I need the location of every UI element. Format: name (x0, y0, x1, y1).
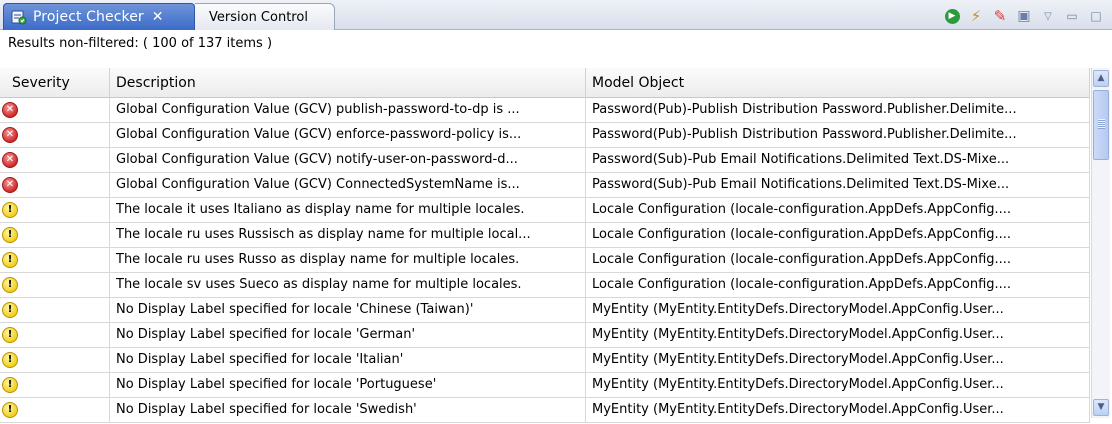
model-object-cell: MyEntity (MyEntity.EntityDefs.DirectoryM… (586, 373, 1090, 397)
severity-cell: ✕ (0, 148, 110, 172)
column-header-model-object[interactable]: Model Object (586, 68, 1090, 98)
minimize-icon[interactable]: ▭ (1062, 6, 1082, 26)
model-object-cell: Locale Configuration (locale-configurati… (586, 248, 1090, 272)
table-row[interactable]: ✕ Global Configuration Value (GCV) notify… (0, 148, 1090, 173)
severity-cell: ! (0, 273, 110, 297)
description-cell: No Display Label specified for locale 'I… (110, 348, 586, 372)
model-object-cell: Password(Sub)-Pub Email Notifications.De… (586, 173, 1090, 197)
model-object-cell: Locale Configuration (locale-configurati… (586, 223, 1090, 247)
model-object-cell: Password(Pub)-Publish Distribution Passw… (586, 123, 1090, 147)
model-object-cell: MyEntity (MyEntity.EntityDefs.DirectoryM… (586, 298, 1090, 322)
warning-icon: ! (2, 402, 18, 418)
description-cell: The locale it uses Italiano as display n… (110, 198, 586, 222)
table-row[interactable]: ✕ Global Configuration Value (GCV) publis… (0, 98, 1090, 123)
description-cell: Global Configuration Value (GCV) notify-… (110, 148, 586, 172)
description-cell: No Display Label specified for locale 'C… (110, 298, 586, 322)
warning-icon: ! (2, 327, 18, 343)
warning-icon: ! (2, 227, 18, 243)
description-cell: No Display Label specified for locale 'S… (110, 398, 586, 422)
severity-cell: ! (0, 198, 110, 222)
scroll-thumb[interactable] (1093, 90, 1109, 160)
results-status: Results non-filtered: ( 100 of 137 items… (0, 30, 1112, 58)
description-cell: No Display Label specified for locale 'P… (110, 373, 586, 397)
table-row[interactable]: ! No Display Label specified for locale '… (0, 373, 1090, 398)
scroll-down-icon[interactable]: ▼ (1093, 399, 1109, 416)
model-object-cell: Locale Configuration (locale-configurati… (586, 273, 1090, 297)
maximize-icon[interactable]: □ (1086, 6, 1106, 26)
table-row[interactable]: ! The locale sv uses Sueco as display nam… (0, 273, 1090, 298)
model-object-cell: Locale Configuration (locale-configurati… (586, 198, 1090, 222)
tab-label: Project Checker (33, 9, 144, 25)
error-icon: ✕ (2, 152, 18, 168)
table-body: ✕ Global Configuration Value (GCV) publis… (0, 98, 1090, 423)
severity-cell: ! (0, 373, 110, 397)
severity-cell: ! (0, 323, 110, 347)
model-object-cell: MyEntity (MyEntity.EntityDefs.DirectoryM… (586, 398, 1090, 422)
description-cell: The locale ru uses Russisch as display n… (110, 223, 586, 247)
severity-cell: ! (0, 348, 110, 372)
model-object-cell: Password(Sub)-Pub Email Notifications.De… (586, 148, 1090, 172)
run-icon[interactable]: ▶ (942, 6, 962, 26)
warning-icon: ! (2, 252, 18, 268)
column-header-description[interactable]: Description (110, 68, 586, 98)
view-menu-icon[interactable]: ▽ (1038, 6, 1058, 26)
model-object-cell: MyEntity (MyEntity.EntityDefs.DirectoryM… (586, 348, 1090, 372)
view-tab-bar: Project Checker ✕ Version Control ▶ ⚡ ✎ … (0, 0, 1112, 30)
warning-icon: ! (2, 352, 18, 368)
description-cell: The locale ru uses Russo as display name… (110, 248, 586, 272)
table-row[interactable]: ! No Display Label specified for locale '… (0, 348, 1090, 373)
vertical-scrollbar[interactable]: ▲ ▼ (1091, 68, 1110, 418)
severity-cell: ✕ (0, 173, 110, 197)
severity-cell: ✕ (0, 123, 110, 147)
table-row[interactable]: ! No Display Label specified for locale '… (0, 298, 1090, 323)
model-object-cell: Password(Pub)-Publish Distribution Passw… (586, 98, 1090, 122)
table-row[interactable]: ✕ Global Configuration Value (GCV) Connec… (0, 173, 1090, 198)
view-toolbar: ▶ ⚡ ✎ ▣ ▽ ▭ □ (942, 5, 1106, 27)
save-icon[interactable]: ▣ (1014, 6, 1034, 26)
warning-icon: ! (2, 377, 18, 393)
tab-label: Version Control (209, 9, 308, 25)
description-cell: No Display Label specified for locale 'G… (110, 323, 586, 347)
scroll-up-icon[interactable]: ▲ (1093, 70, 1109, 87)
description-cell: Global Configuration Value (GCV) publish… (110, 98, 586, 122)
error-icon: ✕ (2, 127, 18, 143)
severity-cell: ! (0, 223, 110, 247)
warning-icon: ! (2, 202, 18, 218)
table-row[interactable]: ✕ Global Configuration Value (GCV) enforc… (0, 123, 1090, 148)
table-header: Severity Description Model Object (0, 68, 1090, 98)
table-row[interactable]: ! No Display Label specified for locale '… (0, 398, 1090, 423)
column-header-severity[interactable]: Severity (0, 68, 110, 98)
warning-icon: ! (2, 277, 18, 293)
severity-cell: ! (0, 298, 110, 322)
error-icon: ✕ (2, 177, 18, 193)
table-row[interactable]: ! The locale it uses Italiano as display … (0, 198, 1090, 223)
clear-icon[interactable]: ✎ (990, 6, 1010, 26)
description-cell: The locale sv uses Sueco as display name… (110, 273, 586, 297)
error-icon: ✕ (2, 102, 18, 118)
severity-cell: ! (0, 398, 110, 422)
model-object-cell: MyEntity (MyEntity.EntityDefs.DirectoryM… (586, 323, 1090, 347)
warning-icon: ! (2, 302, 18, 318)
tab-version-control[interactable]: Version Control (195, 3, 335, 30)
severity-cell: ! (0, 248, 110, 272)
close-icon[interactable]: ✕ (152, 9, 164, 25)
description-cell: Global Configuration Value (GCV) enforce… (110, 123, 586, 147)
table-row[interactable]: ! The locale ru uses Russisch as display … (0, 223, 1090, 248)
table-row[interactable]: ! No Display Label specified for locale '… (0, 323, 1090, 348)
filter-icon[interactable]: ⚡ (966, 6, 986, 26)
severity-cell: ✕ (0, 98, 110, 122)
description-cell: Global Configuration Value (GCV) Connect… (110, 173, 586, 197)
tab-project-checker[interactable]: Project Checker ✕ (3, 3, 195, 30)
table-row[interactable]: ! The locale ru uses Russo as display nam… (0, 248, 1090, 273)
project-checker-icon (11, 9, 27, 25)
